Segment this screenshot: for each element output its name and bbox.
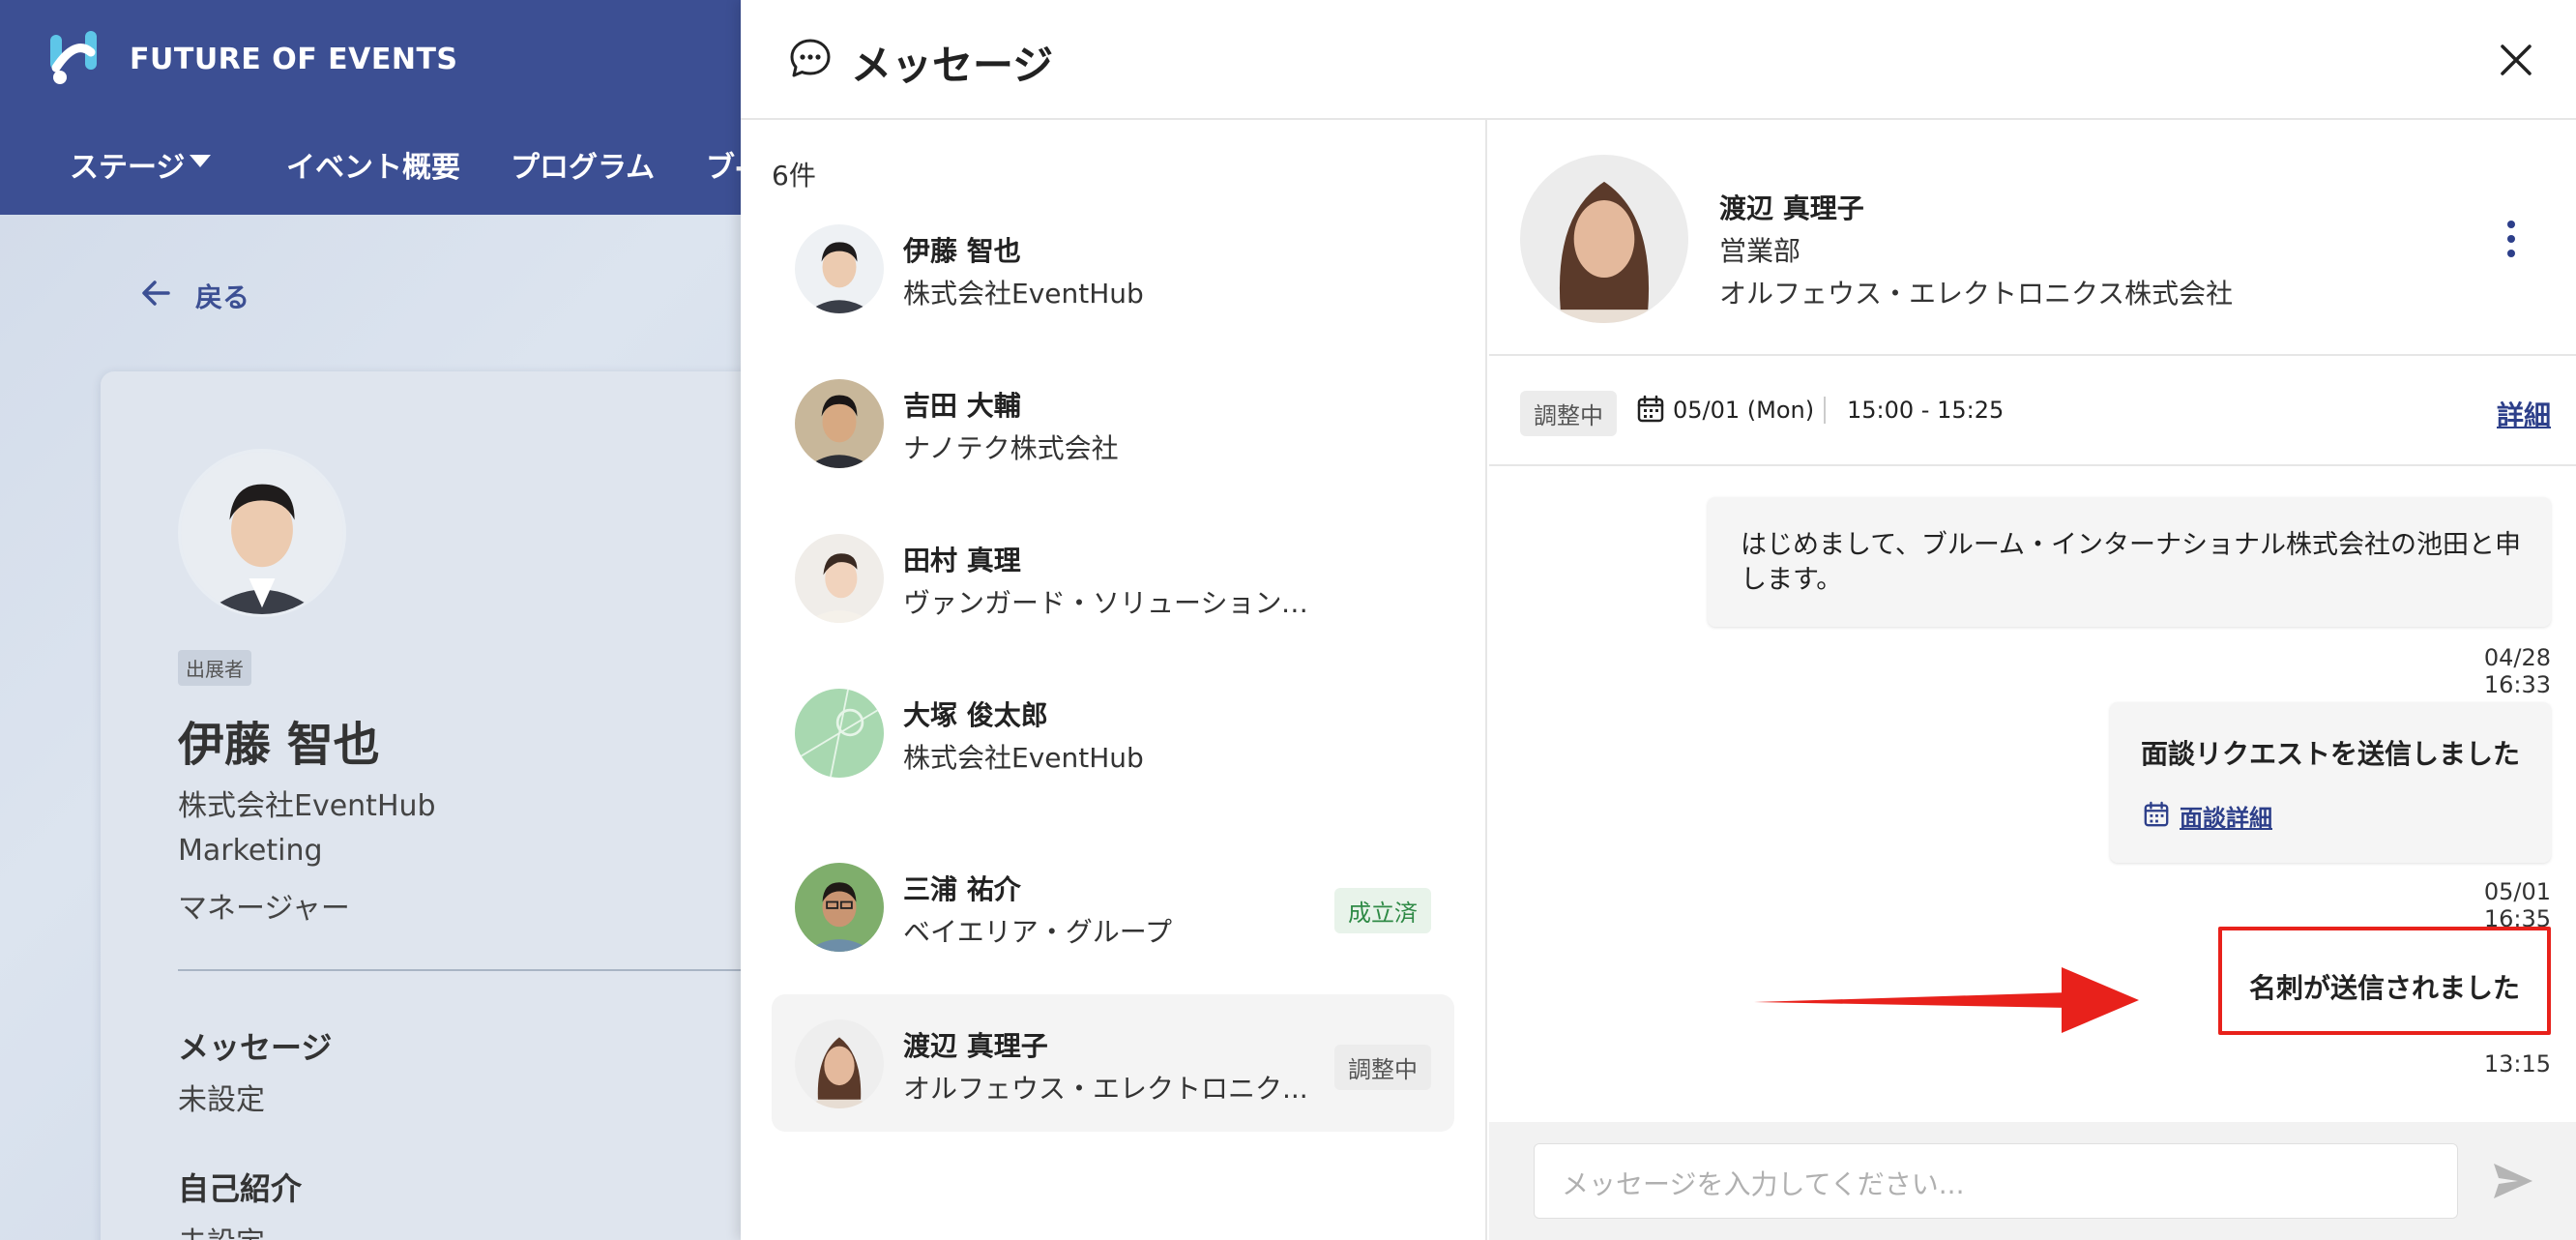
meeting-detail-link[interactable]: 面談詳細 [2180,799,2272,833]
conversation-company: オルフェウス・エレクトロニク... [903,1073,1308,1105]
more-vertical-icon[interactable] [2497,217,2526,261]
profile-message-heading: メッセージ [178,1029,333,1066]
conversation-count: 6件 [772,160,816,192]
conversation-name: 吉田 大輔 [903,390,1021,422]
avatar [795,379,884,468]
conversation-name: 三浦 祐介 [903,873,1021,905]
profile-name: 伊藤 智也 [178,718,380,772]
conversation-company: 株式会社EventHub [903,742,1144,774]
message-input[interactable] [1534,1143,2458,1219]
close-icon[interactable] [2497,41,2535,79]
meeting-detail-link[interactable]: 詳細 [2497,395,2551,433]
message-text: 名刺が送信されました [2249,972,2521,1004]
back-arrow-icon[interactable] [139,277,172,310]
avatar [1520,155,1688,323]
avatar [795,689,884,778]
message-timestamp: 05/01 16:35 [2483,878,2551,932]
divider [1824,397,1826,424]
avatar [795,863,884,952]
send-icon[interactable] [2491,1159,2535,1203]
exhibitor-badge: 出展者 [178,650,251,686]
list-item[interactable]: 三浦 祐介 ベイエリア・グループ 成立済 [772,838,1454,975]
annotation-arrow-icon [1754,967,2139,1033]
calendar-icon [2144,801,2169,827]
list-item[interactable]: 渡辺 真理子 オルフェウス・エレクトロニク... 調整中 [772,994,1454,1132]
avatar [795,224,884,313]
conversation-name: 大塚 俊太郎 [903,699,1048,731]
site-title: FUTURE OF EVENTS [130,43,458,76]
avatar [178,449,346,617]
conversation-company: ナノテク株式会社 [903,432,1119,464]
conversation-name: 渡辺 真理子 [903,1030,1048,1062]
list-item[interactable]: 伊藤 智也 株式会社EventHub [772,199,1454,337]
chat-bubble-icon [790,39,831,77]
calendar-icon [1637,395,1664,423]
panel-title: メッセージ [851,42,1054,89]
divider [178,969,748,971]
site-logo-icon [50,31,97,84]
profile-department: Marketing [178,834,323,868]
profile-company: 株式会社EventHub [178,789,436,823]
conversation-name: 伊藤 智也 [903,235,1021,267]
status-badge: 成立済 [1334,888,1431,933]
contact-department: 営業部 [1719,235,1801,267]
conversation-name: 田村 真理 [903,545,1021,576]
list-item[interactable]: 田村 真理 ヴァンガード・ソリューションズ合同会... [772,509,1454,646]
avatar [795,534,884,623]
nav-program[interactable]: プログラム [511,143,655,186]
meeting-time: 15:00 - 15:25 [1847,397,2005,424]
profile-role: マネージャー [178,892,350,926]
meeting-request-bubble [2110,702,2551,863]
contact-company: オルフェウス・エレクトロニクス株式会社 [1719,278,2234,310]
list-item[interactable]: 吉田 大輔 ナノテク株式会社 [772,354,1454,491]
message-timestamp: 04/28 16:33 [2483,644,2551,698]
avatar [795,1019,884,1108]
list-item[interactable]: 大塚 俊太郎 株式会社EventHub [772,664,1454,801]
message-text: はじめまして、ブルーム・インターナショナル株式会社の池田と申します。 [1741,530,2522,595]
nav-stage[interactable]: ステージ [70,143,185,186]
profile-message-value: 未設定 [178,1083,265,1117]
conversation-company: 株式会社EventHub [903,278,1144,310]
conversation-company: ベイエリア・グループ [903,916,1173,948]
chevron-down-icon[interactable] [190,155,211,167]
profile-intro-value: 未設定 [178,1219,265,1240]
profile-intro-heading: 自己紹介 [178,1170,303,1207]
back-link[interactable]: 戻る [195,277,249,315]
nav-event-overview[interactable]: イベント概要 [286,143,460,186]
message-text: 面談リクエストを送信しました [2141,738,2521,770]
status-badge: 調整中 [1520,391,1617,436]
message-timestamp: 13:15 [2483,1050,2551,1078]
contact-name: 渡辺 真理子 [1719,192,1864,224]
conversation-company: ヴァンガード・ソリューションズ合同会... [903,587,1319,619]
status-badge: 調整中 [1334,1045,1431,1090]
meeting-date: 05/01 (Mon) [1673,397,1815,424]
